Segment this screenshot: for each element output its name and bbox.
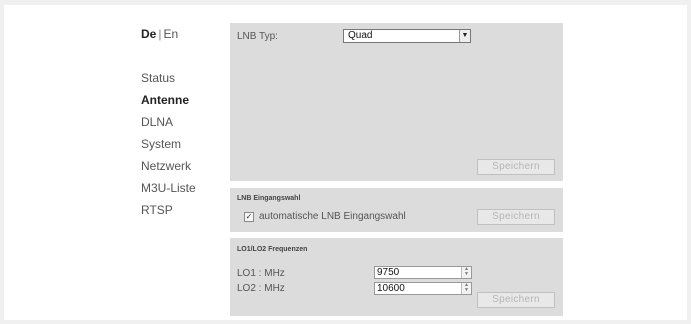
lo2-input[interactable]: 10600 ▲ ▼ bbox=[374, 282, 472, 295]
lo2-label: LO2 : MHz bbox=[237, 283, 285, 294]
lnb-type-select[interactable]: Quad ▼ bbox=[343, 29, 471, 43]
spin-down-icon[interactable]: ▼ bbox=[462, 288, 471, 293]
nav-item-system[interactable]: System bbox=[141, 133, 196, 155]
lnb-input-title: LNB Eingangswahl bbox=[237, 195, 301, 202]
nav-item-m3u-liste[interactable]: M3U-Liste bbox=[141, 177, 196, 199]
lnb-type-value: Quad bbox=[348, 30, 373, 41]
lo2-spinner[interactable]: ▲ ▼ bbox=[461, 283, 471, 294]
lo1-spinner[interactable]: ▲ ▼ bbox=[461, 267, 471, 278]
sidebar-nav: Status Antenne DLNA System Netzwerk M3U-… bbox=[141, 67, 196, 221]
language-de-link[interactable]: De bbox=[141, 27, 156, 41]
auto-lnb-checkbox[interactable]: ✓ bbox=[244, 212, 254, 222]
lnb-type-save-button[interactable]: Speichern bbox=[477, 159, 555, 175]
lo-frequencies-save-button[interactable]: Speichern bbox=[477, 292, 555, 308]
nav-item-status[interactable]: Status bbox=[141, 67, 196, 89]
lnb-type-panel bbox=[230, 23, 563, 181]
spin-down-icon[interactable]: ▼ bbox=[462, 272, 471, 277]
lnb-input-save-button[interactable]: Speichern bbox=[477, 209, 555, 225]
lo1-value: 9750 bbox=[377, 267, 400, 278]
language-separator: | bbox=[158, 27, 162, 41]
dropdown-arrow-icon[interactable]: ▼ bbox=[459, 30, 470, 42]
nav-item-rtsp[interactable]: RTSP bbox=[141, 199, 196, 221]
nav-item-antenne[interactable]: Antenne bbox=[141, 89, 196, 111]
lo1-label: LO1 : MHz bbox=[237, 268, 285, 279]
check-mark-icon: ✓ bbox=[245, 212, 253, 221]
auto-lnb-checkbox-label[interactable]: automatische LNB Eingangswahl bbox=[259, 211, 406, 222]
nav-item-dlna[interactable]: DLNA bbox=[141, 111, 196, 133]
lo2-value: 10600 bbox=[377, 283, 405, 294]
lo-frequencies-title: LO1/LO2 Frequenzen bbox=[237, 246, 308, 253]
lnb-type-label: LNB Typ: bbox=[237, 31, 278, 42]
lo1-input[interactable]: 9750 ▲ ▼ bbox=[374, 266, 472, 279]
language-switcher: De | En bbox=[141, 27, 178, 41]
nav-item-netzwerk[interactable]: Netzwerk bbox=[141, 155, 196, 177]
language-en-link[interactable]: En bbox=[163, 27, 178, 41]
